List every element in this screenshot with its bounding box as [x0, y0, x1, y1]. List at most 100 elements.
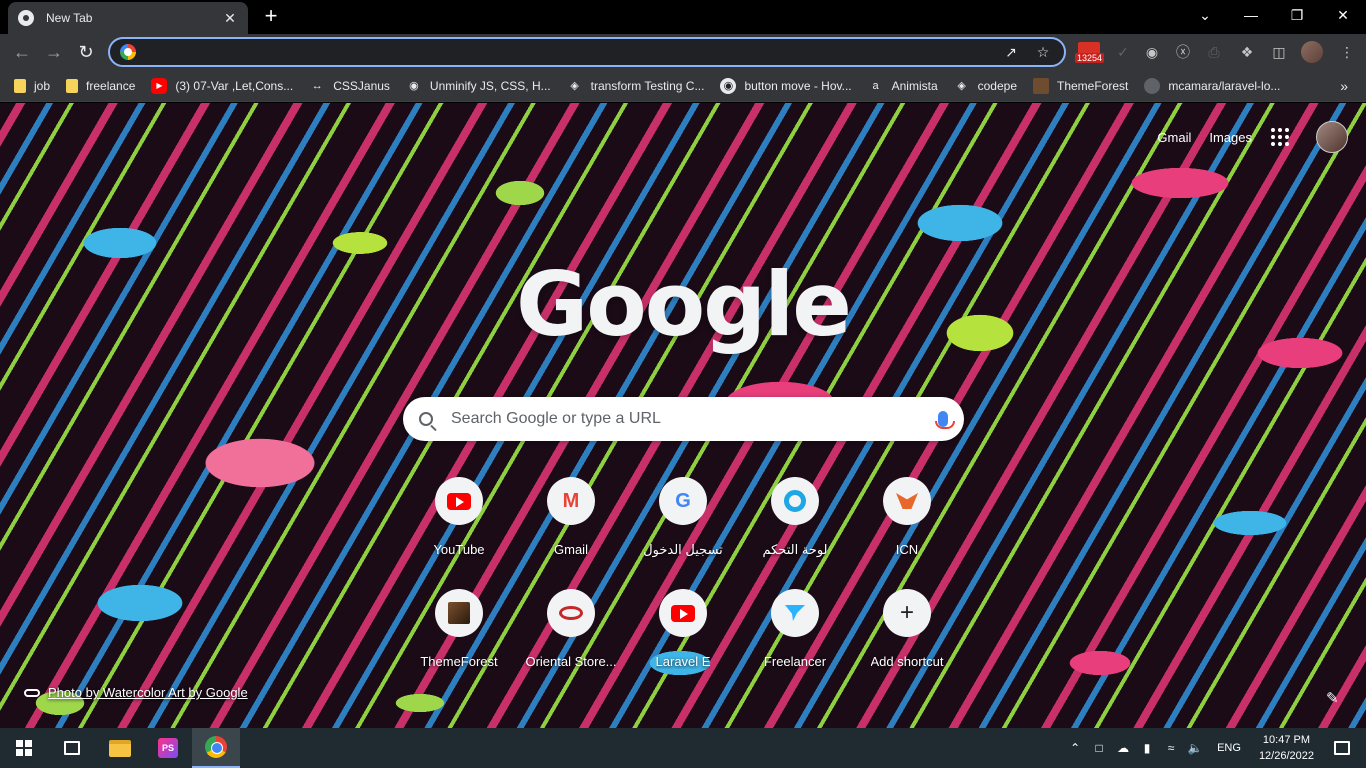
bookmark-youtube-video[interactable]: ▶ (3) 07-Var ,Let,Cons... — [151, 77, 293, 94]
task-view-button[interactable] — [48, 728, 96, 768]
menu-kebab-icon[interactable]: ⋮ — [1334, 39, 1360, 65]
shortcut-laravel-e[interactable]: Laravel E — [627, 587, 739, 687]
add-shortcut-button[interactable]: + Add shortcut — [851, 587, 963, 687]
codepen-icon: ◈ — [957, 80, 966, 92]
camera-extension-icon[interactable]: ◉ — [1139, 39, 1165, 65]
shortcut-gmail[interactable]: M Gmail — [515, 475, 627, 575]
shortcut-themeforest[interactable]: ThemeForest — [403, 587, 515, 687]
gmail-icon: M — [562, 489, 580, 512]
bookmark-button-move[interactable]: ◉ button move - Hov... — [720, 77, 852, 94]
address-input[interactable] — [146, 44, 990, 60]
new-tab-button[interactable]: + — [260, 5, 282, 27]
ring-icon — [784, 490, 806, 512]
device-icon[interactable]: □ — [1087, 741, 1111, 755]
profile-avatar[interactable] — [1301, 41, 1323, 63]
bookmark-codepe[interactable]: ◈ codepe — [954, 78, 1017, 94]
phpstorm-icon: PS — [158, 738, 178, 758]
youtube-icon — [671, 604, 695, 622]
bookmark-label: mcamara/laravel-lo... — [1168, 78, 1281, 93]
wifi-icon[interactable]: ≈ — [1159, 741, 1183, 755]
shortcut-youtube[interactable]: YouTube — [403, 475, 515, 575]
check-extension-icon[interactable]: ✓ — [1110, 39, 1136, 65]
bookmark-transform-testing[interactable]: ◈ transform Testing C... — [567, 78, 704, 94]
chrome-taskbar-button[interactable] — [192, 728, 240, 768]
close-window-button[interactable]: ✕ — [1320, 0, 1366, 30]
link-icon — [24, 688, 40, 697]
minimize-button[interactable]: — — [1228, 0, 1274, 30]
address-bar[interactable]: ↗ ☆ — [108, 37, 1066, 67]
input-language[interactable]: ENG — [1217, 742, 1241, 754]
shortcut-oriental-store[interactable]: Oriental Store... — [515, 587, 627, 687]
folder-icon — [109, 739, 131, 757]
search-placeholder[interactable]: Search Google or type a URL — [451, 410, 938, 428]
customize-pencil-icon[interactable]: ✎ — [1326, 689, 1342, 707]
bookmarks-bar: job freelance ▶ (3) 07-Var ,Let,Cons... ↔… — [0, 70, 1366, 102]
bookmark-job[interactable]: job — [14, 78, 50, 93]
bookmark-cssjanus[interactable]: ↔ CSSJanus — [309, 78, 390, 94]
printer-extension-icon[interactable]: ⎙ — [1201, 39, 1227, 65]
forward-arrow-icon[interactable]: → — [40, 38, 68, 66]
clock[interactable]: 10:47 PM 12/26/2022 — [1259, 732, 1314, 764]
youtube-icon: ▶ — [151, 77, 168, 94]
shortcut-label: ThemeForest — [420, 654, 498, 669]
mail-extension-button[interactable]: 13254 — [1075, 40, 1105, 64]
tab-new-tab[interactable]: New Tab ✕ — [8, 2, 248, 34]
side-panel-icon[interactable]: ◫ — [1266, 39, 1292, 65]
glasses-icon: ◉ — [409, 80, 419, 92]
microphone-icon[interactable] — [935, 411, 955, 429]
shortcut-tile — [659, 589, 707, 637]
bookmark-unminify[interactable]: ◉ Unminify JS, CSS, H... — [406, 78, 551, 94]
restore-button[interactable]: ❐ — [1274, 0, 1320, 30]
reload-icon[interactable]: ↻ — [72, 38, 100, 66]
animista-icon: a — [872, 79, 879, 92]
extensions-puzzle-icon[interactable]: ❖ — [1234, 39, 1260, 65]
photo-credit-link[interactable]: Photo by Watercolor Art by Google — [24, 685, 248, 700]
bookmarks-overflow-icon[interactable]: » — [1340, 78, 1348, 94]
bookmark-animista[interactable]: a Animista — [868, 78, 938, 94]
google-apps-grid-icon[interactable] — [1270, 127, 1290, 147]
battery-icon[interactable]: ▮ — [1135, 741, 1159, 755]
tab-search-chevron-icon[interactable]: ⌄ — [1182, 0, 1228, 30]
shortcut-label: تسجيل الدخول — [643, 542, 723, 557]
bookmark-label: CSSJanus — [333, 78, 390, 93]
google-logo: Google — [516, 253, 852, 356]
oriental-icon — [559, 606, 583, 620]
account-avatar[interactable] — [1316, 121, 1348, 153]
shortcut-label: Oriental Store... — [525, 654, 617, 669]
share-icon[interactable]: ↗ — [1000, 44, 1022, 61]
plus-icon: + — [899, 599, 914, 626]
bookmark-laravel-localization[interactable]: mcamara/laravel-lo... — [1144, 77, 1281, 94]
shortcut-tile — [547, 589, 595, 637]
chrome-favicon-icon — [18, 10, 34, 26]
shortcut-tile: + — [883, 589, 931, 637]
title-bar: New Tab ✕ + ⌄ — ❐ ✕ — [0, 0, 1366, 34]
shortcut-freelancer[interactable]: Freelancer — [739, 587, 851, 687]
shortcut-dashboard[interactable]: لوحة التحكم — [739, 475, 851, 575]
show-hidden-icons-chevron-icon[interactable]: ⌃ — [1063, 741, 1087, 755]
images-link[interactable]: Images — [1209, 130, 1252, 145]
shortcut-label: Laravel E — [655, 654, 711, 669]
bookmark-themeforest[interactable]: ThemeForest — [1033, 77, 1128, 94]
shortcut-label: Gmail — [554, 542, 588, 557]
shortcut-label: ICN — [895, 542, 919, 557]
shortcut-icn[interactable]: ICN — [851, 475, 963, 575]
search-box[interactable]: Search Google or type a URL — [403, 397, 964, 441]
gmail-link[interactable]: Gmail — [1157, 130, 1191, 145]
shortcut-tile — [435, 589, 483, 637]
folder-icon — [66, 78, 79, 93]
start-button[interactable] — [0, 728, 48, 768]
shortcut-login[interactable]: G تسجيل الدخول — [627, 475, 739, 575]
notification-icon[interactable] — [1334, 741, 1350, 755]
bookmark-star-icon[interactable]: ☆ — [1032, 44, 1054, 61]
file-explorer-button[interactable] — [96, 728, 144, 768]
volume-icon[interactable]: 🔈 — [1183, 741, 1207, 755]
x-extension-icon[interactable]: ⓧ — [1170, 39, 1196, 65]
bookmark-freelance[interactable]: freelance — [66, 78, 136, 93]
chrome-icon — [205, 736, 227, 758]
onedrive-cloud-icon[interactable]: ☁ — [1111, 741, 1135, 755]
phpstorm-button[interactable]: PS — [144, 728, 192, 768]
tab-close-icon[interactable]: ✕ — [222, 10, 238, 27]
back-arrow-icon[interactable]: ← — [8, 38, 36, 66]
freelancer-icon — [785, 605, 805, 621]
bookmark-label: freelance — [86, 78, 136, 93]
